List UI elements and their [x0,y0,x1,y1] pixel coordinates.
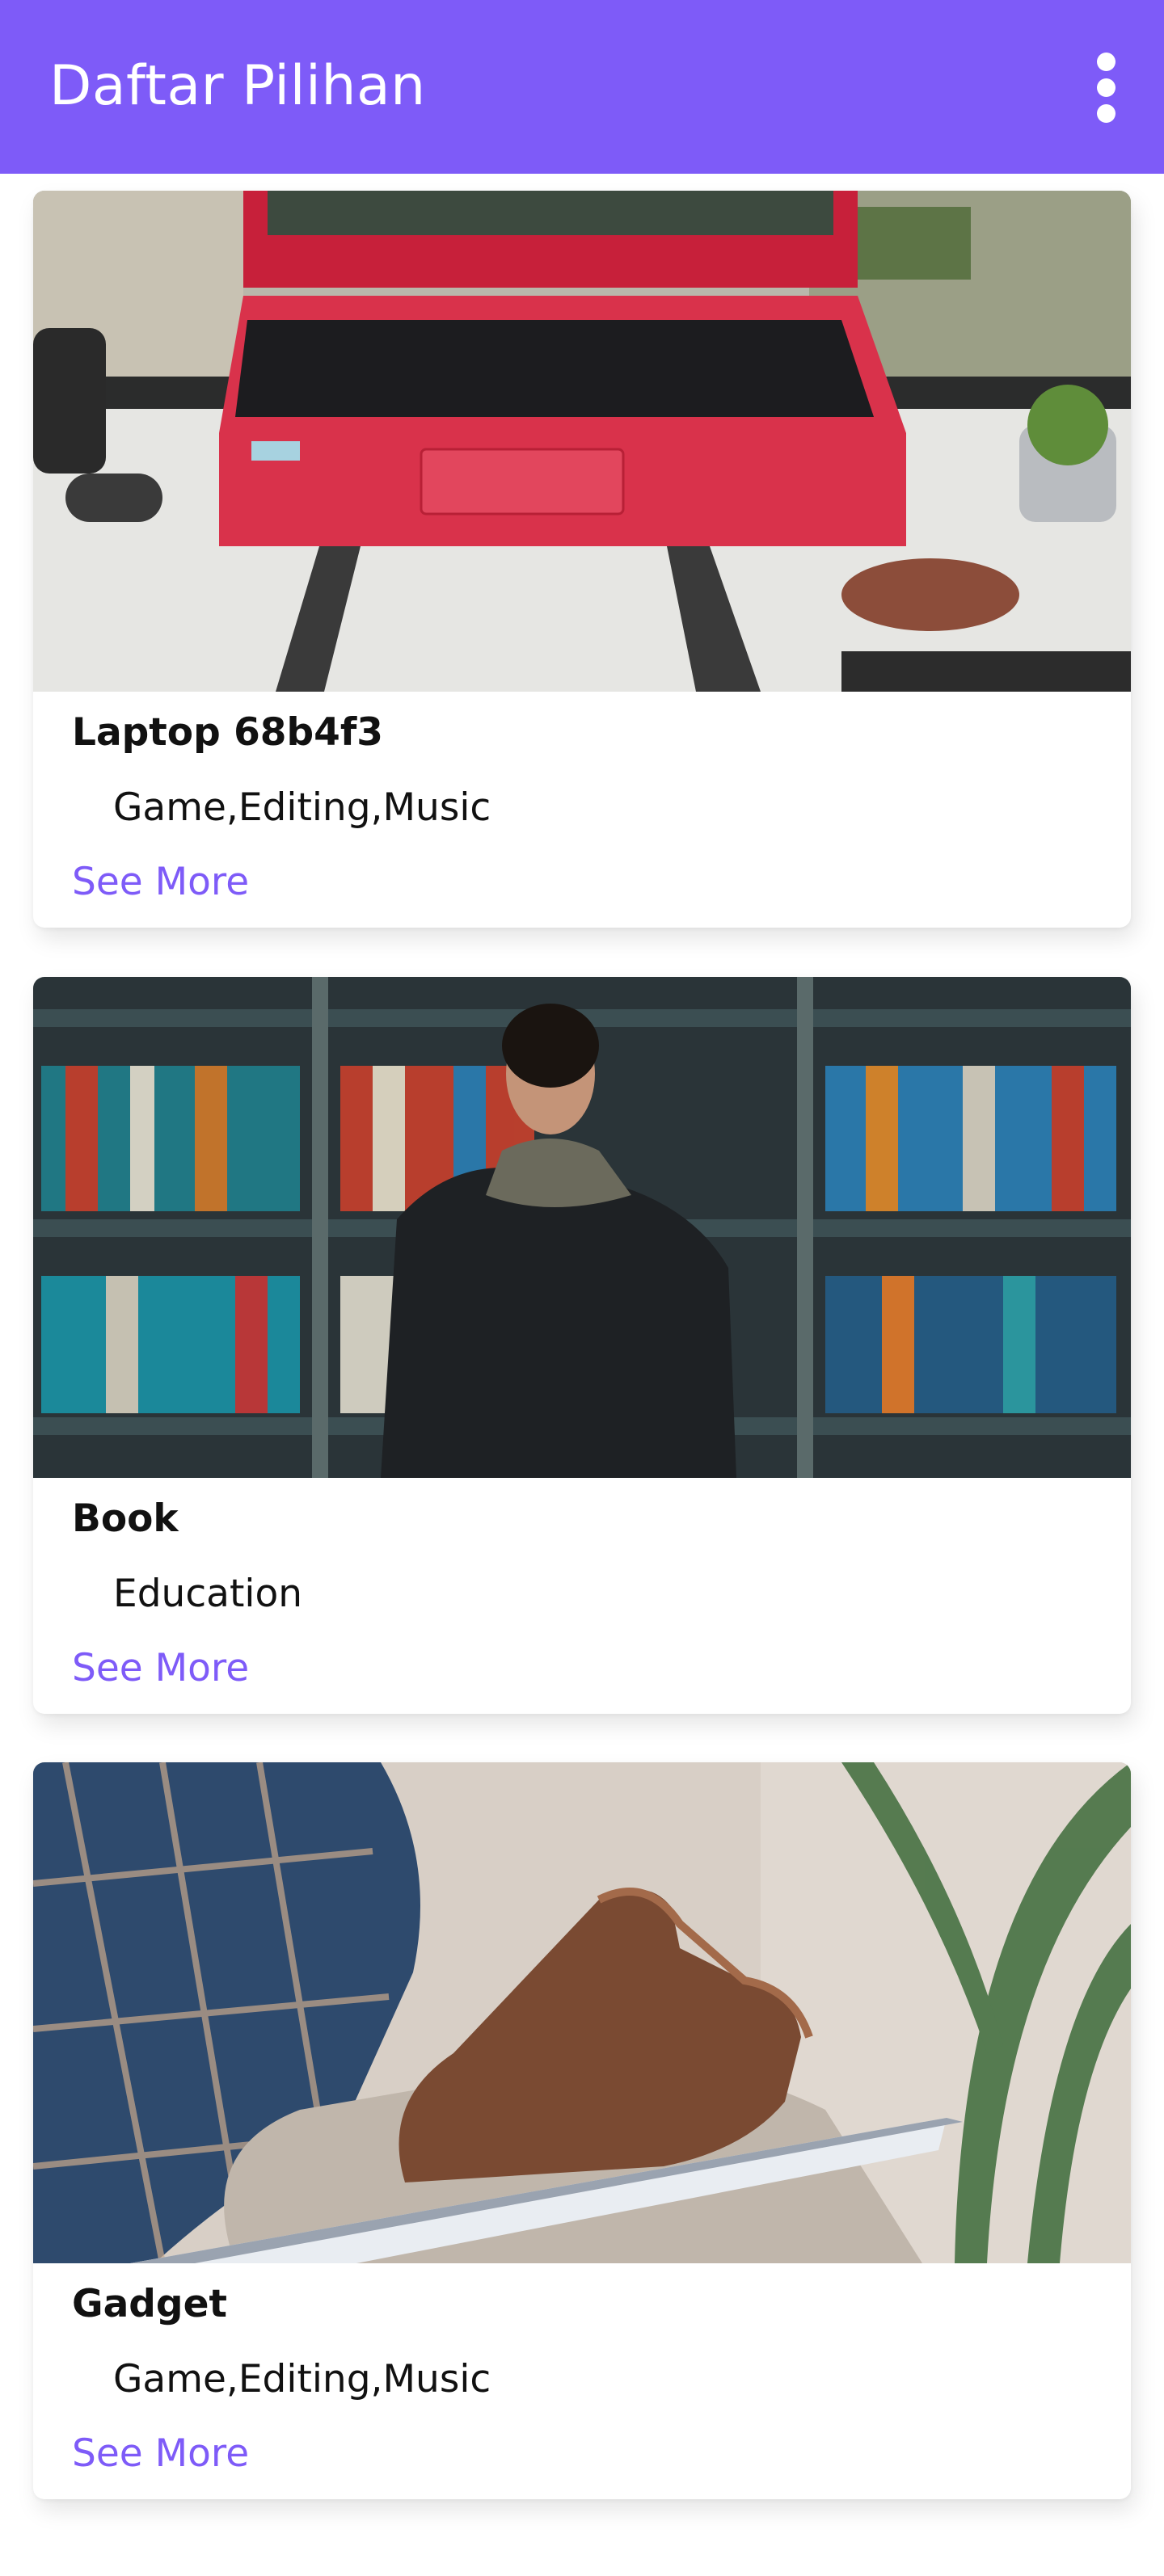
see-more-link[interactable]: See More [72,1644,249,1694]
page-title: Daftar Pilihan [49,54,426,118]
more-vertical-icon-dot [1096,78,1116,97]
see-more-link[interactable]: See More [72,857,249,907]
card-image-laptop [33,191,1131,692]
item-title: Book [72,1496,179,1541]
more-vertical-icon-dot [1096,103,1116,123]
list-item-card[interactable]: Gadget Game,Editing,Music See More [33,1762,1131,2499]
card-image-book [33,977,1131,1478]
more-vertical-icon [1096,52,1116,71]
item-title: Laptop 68b4f3 [72,710,383,755]
app-bar: Daftar Pilihan [0,0,1164,174]
card-image-gadget [33,1762,1131,2263]
list-item-card[interactable]: Book Education See More [33,977,1131,1714]
more-options-button[interactable] [1083,39,1128,136]
item-tags: Game,Editing,Music [113,2357,491,2401]
item-title: Gadget [72,2282,227,2326]
item-tags: Education [113,1572,302,1616]
item-tags: Game,Editing,Music [113,785,491,830]
list-item-card[interactable]: Laptop 68b4f3 Game,Editing,Music See Mor… [33,191,1131,928]
see-more-link[interactable]: See More [72,2429,249,2479]
